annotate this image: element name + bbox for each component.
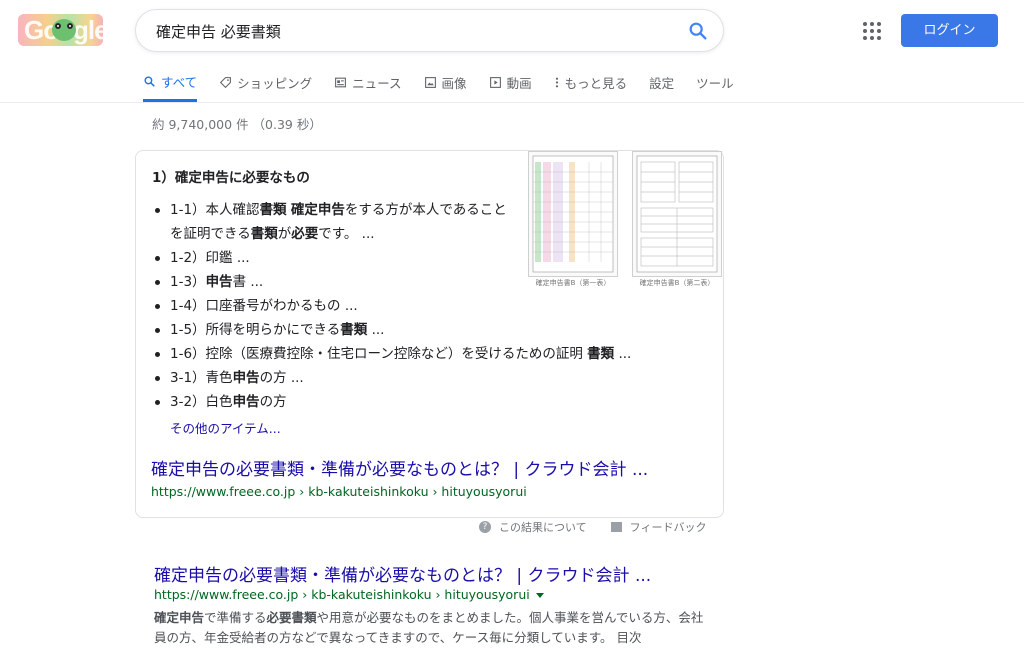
snippet-list-item: 1-4）口座番号がわかるもの ... [152,294,672,318]
login-button[interactable]: ログイン [901,14,998,47]
news-icon [335,77,347,87]
more-items-link[interactable]: その他のアイテム... [170,418,281,437]
featured-result-title-link[interactable]: 確定申告の必要書類・準備が必要なものとは？ | クラウド会計 ... [151,455,648,480]
snippet-list-item: 3-2）白色申告の方 [152,390,672,414]
tab-all[interactable]: すべて [143,64,198,102]
about-result-link[interactable]: この結果について [499,519,587,535]
search-box[interactable] [135,9,724,52]
snippet-text: で準備する [204,610,267,625]
snippet-list-item: 1-3）申告書 ... [152,270,672,294]
tab-label: 動画 [506,75,532,91]
featured-snippet: 1）確定申告に必要なもの 確定申告書B（第一表） 確定申告書B（第二表） 1-1… [135,150,724,518]
tab-label: ツール [696,75,734,91]
tab-images[interactable]: 画像 [424,64,467,100]
featured-result-url[interactable]: https://www.freee.co.jp › kb-kakuteishin… [151,484,527,499]
snippet-list-item: 1-1）本人確認書類 確定申告をする方が本人であることを証明できる書類が必要です… [152,198,510,246]
highlighted-term: 書類 [259,202,287,218]
highlighted-term: 書類 [250,226,278,242]
feedback-icon[interactable] [610,522,622,532]
snippet-list-item: 1-6）控除（医療費控除・住宅ローン控除など）を受けるための証明 書類 ... [152,342,672,366]
tab-tools[interactable]: ツール [696,64,734,100]
search-tabs: すべて ショッピング ニュース 画像 動画 もっと見る 設定 ツール [143,64,756,102]
feedback-link[interactable]: フィードバック [630,519,707,535]
highlighted-term: 必要 [291,226,319,242]
highlighted-term: 書類 [340,322,368,338]
snippet-list-item: 1-2）印鑑 ... [152,246,672,270]
tab-label: 画像 [441,75,467,91]
tab-news[interactable]: ニュース [334,64,402,100]
tab-label: もっと見る [564,75,628,91]
tab-shopping[interactable]: ショッピング [219,64,312,100]
tab-label: 設定 [649,75,675,91]
snippet-bold-text: 必要書類 [266,610,317,625]
google-doodle-logo[interactable]: Google [18,14,103,46]
tab-label: ニュース [352,75,402,91]
search-icon[interactable] [687,20,709,42]
more-vert-icon [555,77,558,87]
result-url-text: https://www.freee.co.jp › kb-kakuteishin… [154,587,530,602]
image-icon [424,76,436,88]
result-url[interactable]: https://www.freee.co.jp › kb-kakuteishin… [154,587,544,602]
play-icon [489,76,501,88]
snippet-bold-text: 確定申告 [154,610,205,625]
tab-label: ショッピング [237,75,313,91]
highlighted-term: 確定申告 [290,202,345,218]
highlighted-term: 書類 [587,346,615,362]
tab-videos[interactable]: 動画 [489,64,532,100]
result-stats: 約 9,740,000 件 （0.39 秒） [152,117,322,132]
feedback-row: ? この結果について フィードバック [479,519,706,535]
highlighted-term: 申告 [232,370,260,386]
snippet-list: 1-1）本人確認書類 確定申告をする方が本人であることを証明できる書類が必要です… [152,198,672,414]
tag-icon [219,76,232,88]
highlighted-term: 申告 [232,394,260,410]
apps-grid-icon[interactable] [863,22,881,40]
snippet-list-item: 1-5）所得を明らかにできる書類 ... [152,318,672,342]
search-input[interactable] [154,19,678,43]
snippet-list-item: 3-1）青色申告の方 ... [152,366,672,390]
header-divider [0,102,1024,103]
snippet-heading: 1）確定申告に必要なもの [152,170,310,186]
tab-label: すべて [161,75,198,90]
frog-doodle-icon [52,19,76,41]
search-icon [144,76,155,87]
tab-settings[interactable]: 設定 [649,64,674,100]
dropdown-caret-icon[interactable] [535,593,544,598]
result-title-link[interactable]: 確定申告の必要書類・準備が必要なものとは？ | クラウド会計 ... [154,561,651,586]
tab-more[interactable]: もっと見る [554,64,628,100]
result-snippet: 確定申告で準備する必要書類や用意が必要なものをまとめました。個人事業を営んでいる… [154,608,714,648]
highlighted-term: 申告 [205,274,233,290]
help-icon[interactable]: ? [479,521,491,533]
